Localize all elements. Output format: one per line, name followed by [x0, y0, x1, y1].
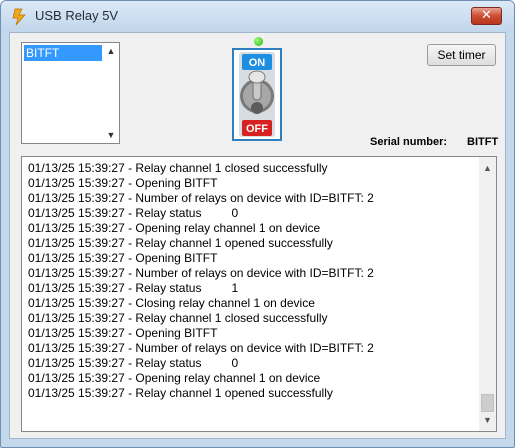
window-title: USB Relay 5V	[35, 8, 119, 23]
log-line: 01/13/25 15:39:27 - Relay status 0	[28, 206, 239, 220]
log-line: 01/13/25 15:39:27 - Opening relay channe…	[28, 221, 321, 235]
log-line: 01/13/25 15:39:27 - Opening BITFT	[28, 176, 218, 190]
set-timer-button[interactable]: Set timer	[427, 44, 496, 66]
device-list-scrollbar[interactable]: ▲ ▼	[103, 43, 119, 143]
app-window: USB Relay 5V ✕ BITFT ▲ ▼ ON OFF Set time…	[0, 0, 515, 448]
close-icon: ✕	[481, 8, 492, 23]
log-line: 01/13/25 15:39:27 - Opening BITFT	[28, 251, 218, 265]
log-lines: 01/13/25 15:39:27 - Relay channel 1 clos…	[28, 161, 478, 401]
log-line: 01/13/25 15:39:27 - Relay channel 1 clos…	[28, 161, 328, 175]
lightning-bolt-icon	[12, 8, 26, 26]
log-scrollbar[interactable]: ▲ ▼	[479, 157, 496, 431]
status-led	[254, 37, 263, 46]
log-line: 01/13/25 15:39:27 - Relay channel 1 open…	[28, 386, 333, 400]
log-line: 01/13/25 15:39:27 - Opening BITFT	[28, 326, 218, 340]
log-textbox[interactable]: 01/13/25 15:39:27 - Relay channel 1 clos…	[21, 156, 497, 432]
device-list-item[interactable]: BITFT	[24, 45, 102, 61]
serial-number-value: BITFT	[467, 136, 499, 148]
log-line: 01/13/25 15:39:27 - Number of relays on …	[28, 341, 374, 355]
relay-toggle-switch[interactable]: ON OFF	[232, 48, 282, 141]
log-line: 01/13/25 15:39:27 - Relay channel 1 open…	[28, 236, 333, 250]
log-line: 01/13/25 15:39:27 - Relay channel 1 clos…	[28, 311, 328, 325]
toggle-on-label: ON	[249, 57, 266, 69]
log-scroll-down-icon[interactable]: ▼	[483, 415, 492, 425]
log-line: 01/13/25 15:39:27 - Relay status 0	[28, 356, 239, 370]
toggle-off-label: OFF	[246, 123, 268, 135]
log-line: 01/13/25 15:39:27 - Number of relays on …	[28, 266, 374, 280]
client-area: BITFT ▲ ▼ ON OFF Set timer Serial number…	[9, 32, 506, 439]
log-line: 01/13/25 15:39:27 - Opening relay channe…	[28, 371, 321, 385]
log-line: 01/13/25 15:39:27 - Closing relay channe…	[28, 296, 315, 310]
log-scroll-thumb[interactable]	[481, 394, 494, 412]
log-scroll-up-icon[interactable]: ▲	[483, 163, 492, 173]
device-list[interactable]: BITFT ▲ ▼	[21, 42, 120, 144]
log-line: 01/13/25 15:39:27 - Number of relays on …	[28, 191, 374, 205]
title-bar: USB Relay 5V ✕	[1, 1, 514, 31]
scroll-down-icon[interactable]: ▼	[106, 131, 116, 140]
serial-number-label: Serial number:	[370, 136, 448, 148]
close-button[interactable]: ✕	[471, 7, 502, 25]
log-line: 01/13/25 15:39:27 - Relay status 1	[28, 281, 239, 295]
scroll-up-icon[interactable]: ▲	[106, 47, 116, 56]
toggle-switch-icon: ON OFF	[239, 52, 275, 137]
